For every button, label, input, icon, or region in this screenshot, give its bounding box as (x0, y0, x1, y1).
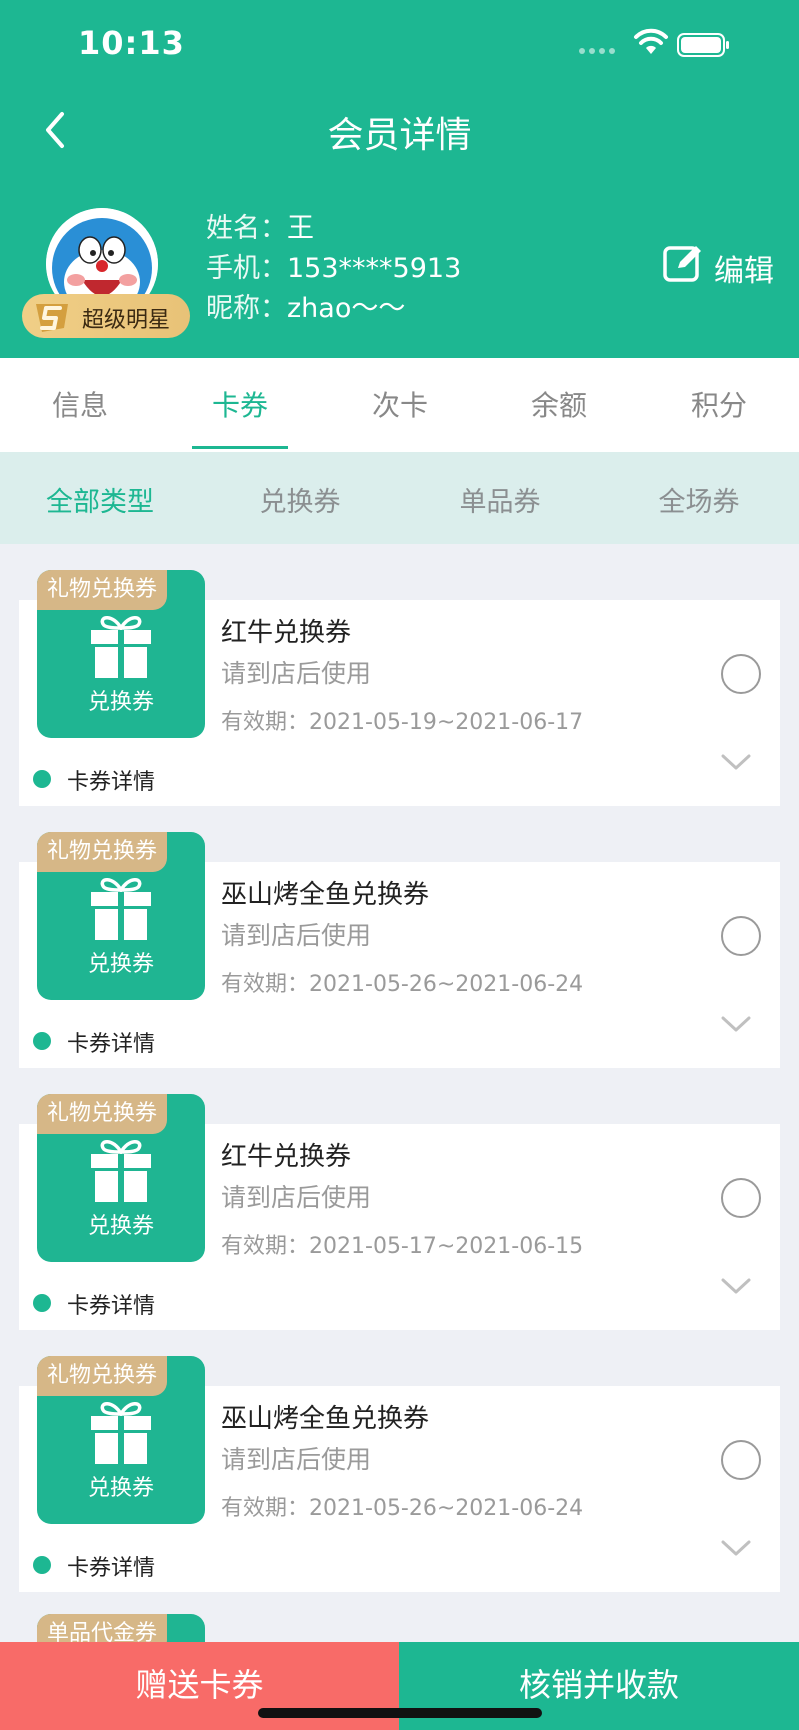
coupon-detail-label: 卡券详情 (67, 1556, 156, 1581)
coupon-card[interactable]: 礼物兑换券 兑换券 红牛兑换券 请到店后使用 有效期：2021-05-19~20… (19, 570, 780, 806)
gift-icon (91, 616, 151, 678)
coupon-card[interactable]: 礼物兑换券 兑换券 巫山烤全鱼兑换券 请到店后使用 有效期：2021-05-26… (19, 1356, 780, 1592)
name-row: 姓名：王 (206, 206, 314, 245)
name-label: 姓名： (206, 213, 287, 244)
tab-coupons[interactable]: 卡券 (160, 384, 320, 424)
tab-points[interactable]: 积分 (639, 384, 799, 424)
coupon-select-radio[interactable] (721, 916, 761, 956)
home-indicator[interactable] (258, 1708, 542, 1718)
active-tab-indicator (192, 446, 288, 449)
gift-icon (91, 1402, 151, 1464)
coupon-detail-label: 卡券详情 (67, 1294, 156, 1319)
coupon-desc: 请到店后使用 (221, 659, 372, 688)
page-title: 会员详情 (327, 115, 472, 156)
tab-balance[interactable]: 余额 (479, 384, 639, 424)
nickname-row: 昵称：zhao～～ (206, 286, 405, 325)
coupon-tag: 礼物兑换券 (37, 570, 168, 610)
phone-row: 手机：153****5913 (206, 246, 461, 285)
wifi-icon (634, 28, 668, 54)
gift-icon (91, 878, 151, 940)
edit-icon (663, 246, 701, 282)
coupon-thumb-label: 兑换券 (87, 1214, 154, 1239)
coupon-detail-label: 卡券详情 (67, 1032, 156, 1057)
edit-label: 编辑 (714, 254, 774, 289)
nickname-label: 昵称： (206, 293, 287, 324)
coupon-desc: 请到店后使用 (221, 1183, 372, 1212)
chevron-down-icon[interactable] (719, 1276, 753, 1296)
coupon-tag: 礼物兑换券 (37, 1094, 168, 1134)
coupon-type-filter: 全部类型 兑换券 单品券 全场券 (0, 452, 799, 544)
coupon-card[interactable]: 礼物兑换券 兑换券 巫山烤全鱼兑换券 请到店后使用 有效期：2021-05-26… (19, 832, 780, 1068)
coupon-validity: 有效期：2021-05-17~2021-06-15 (221, 1234, 584, 1259)
chevron-down-icon[interactable] (719, 1014, 753, 1034)
coupon-desc: 请到店后使用 (221, 921, 372, 950)
coupon-thumb-label: 兑换券 (87, 1476, 154, 1501)
phone-label: 手机： (206, 253, 287, 284)
main-tabs: 信息 卡券 次卡 余额 积分 (0, 358, 799, 452)
coupon-select-radio[interactable] (721, 1178, 761, 1218)
header: 10:13 会员详情 超级明星 姓名：王 手机：153****5913 昵称：z… (0, 0, 799, 358)
gift-icon (91, 1140, 151, 1202)
phone-value: 153****5913 (287, 253, 462, 284)
detail-dot-icon (33, 1556, 51, 1574)
filter-exchange[interactable]: 兑换券 (200, 480, 400, 519)
coupon-thumb-label: 兑换券 (87, 690, 154, 715)
filter-single-item[interactable]: 单品券 (400, 480, 600, 519)
coupon-validity: 有效期：2021-05-26~2021-06-24 (221, 972, 584, 997)
detail-dot-icon (33, 770, 51, 788)
coupon-thumbnail: 礼物兑换券 兑换券 (37, 570, 205, 738)
battery-icon (677, 33, 729, 57)
detail-dot-icon (33, 1032, 51, 1050)
coupon-tag: 礼物兑换券 (37, 832, 168, 872)
edit-button[interactable]: 编辑 (662, 242, 778, 289)
vip-level-icon (36, 304, 68, 332)
filter-all-types[interactable]: 全部类型 (0, 480, 200, 519)
nickname-value: zhao～～ (287, 293, 406, 324)
coupon-name: 红牛兑换券 (221, 618, 352, 648)
coupon-thumb-label: 兑换券 (87, 952, 154, 977)
filter-store-wide[interactable]: 全场券 (599, 480, 799, 519)
tab-info[interactable]: 信息 (0, 384, 160, 424)
chevron-down-icon[interactable] (719, 1538, 753, 1558)
status-time: 10:13 (78, 24, 185, 62)
coupon-desc: 请到店后使用 (221, 1445, 372, 1474)
coupon-card[interactable]: 礼物兑换券 兑换券 红牛兑换券 请到店后使用 有效期：2021-05-17~20… (19, 1094, 780, 1330)
coupon-detail-label: 卡券详情 (67, 770, 156, 795)
detail-dot-icon (33, 1294, 51, 1312)
tab-times-card[interactable]: 次卡 (320, 384, 480, 424)
coupon-validity: 有效期：2021-05-26~2021-06-24 (221, 1496, 584, 1521)
coupon-name: 红牛兑换券 (221, 1142, 352, 1172)
coupon-thumbnail: 礼物兑换券 兑换券 (37, 1094, 205, 1262)
coupon-select-radio[interactable] (721, 1440, 761, 1480)
coupon-tag: 礼物兑换券 (37, 1356, 168, 1396)
vip-badge: 超级明星 (22, 294, 190, 338)
coupon-thumbnail: 礼物兑换券 兑换券 (37, 832, 205, 1000)
coupon-name: 巫山烤全鱼兑换券 (221, 1404, 430, 1434)
name-value: 王 (287, 213, 314, 244)
coupon-validity: 有效期：2021-05-19~2021-06-17 (221, 710, 584, 735)
signal-icon (579, 48, 615, 54)
chevron-down-icon[interactable] (719, 752, 753, 772)
coupon-select-radio[interactable] (721, 654, 761, 694)
vip-label: 超级明星 (82, 308, 171, 333)
coupon-thumbnail: 礼物兑换券 兑换券 (37, 1356, 205, 1524)
coupon-name: 巫山烤全鱼兑换券 (221, 880, 430, 910)
status-indicators (579, 28, 779, 60)
